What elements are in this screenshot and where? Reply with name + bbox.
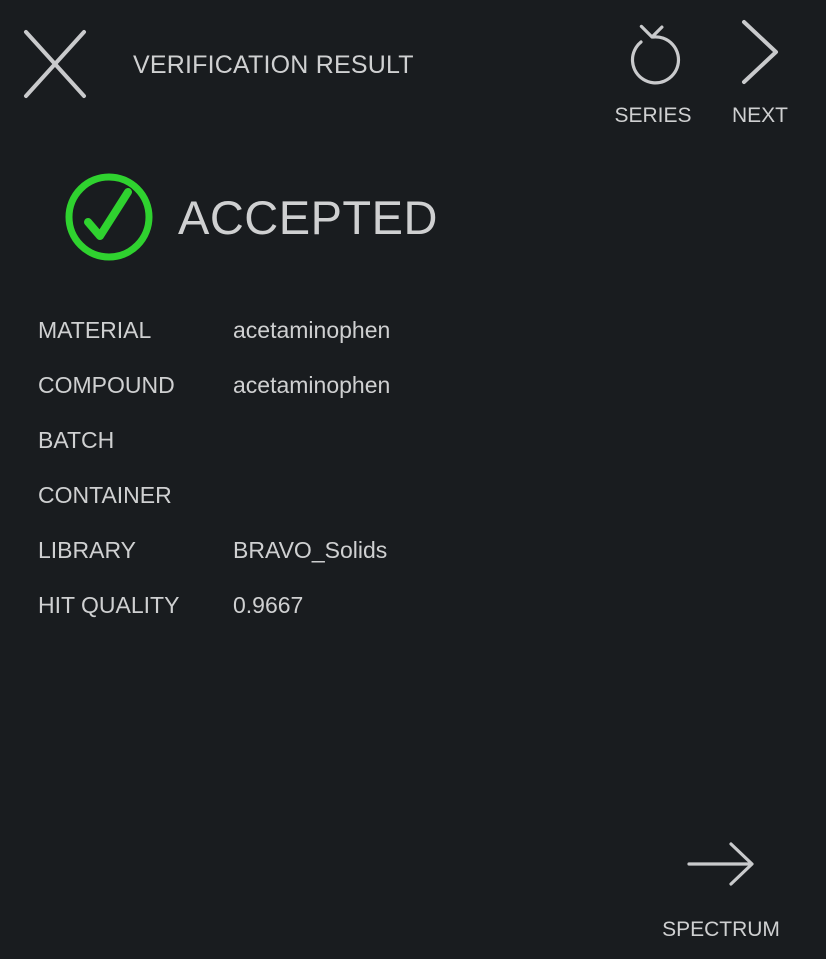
next-button[interactable]: NEXT — [718, 14, 802, 136]
library-label: LIBRARY — [38, 537, 137, 563]
chevron-right-icon — [742, 20, 778, 84]
detail-row-compound: COMPOUND acetaminophen — [38, 358, 598, 413]
container-label: CONTAINER — [38, 482, 172, 508]
page-title: VERIFICATION RESULT — [133, 51, 414, 79]
result-details: MATERIAL acetaminophen COMPOUND acetamin… — [38, 303, 598, 633]
next-label: NEXT — [731, 104, 788, 127]
material-label: MATERIAL — [38, 317, 152, 343]
batch-label: BATCH — [38, 427, 115, 453]
detail-row-container: CONTAINER — [38, 468, 598, 523]
hit-quality-value: 0.9667 — [233, 592, 304, 618]
hit-quality-label: HIT QUALITY — [38, 592, 180, 618]
close-icon — [24, 30, 86, 98]
series-button[interactable]: SERIES — [598, 14, 708, 136]
spectrum-button[interactable]: SPECTRUM — [640, 830, 802, 948]
spectrum-label: SPECTRUM — [662, 918, 780, 941]
check-circle-icon — [62, 170, 156, 264]
series-label: SERIES — [614, 104, 692, 127]
undo-arrow-icon — [630, 24, 681, 85]
library-value: BRAVO_Solids — [233, 537, 388, 563]
status-text: ACCEPTED — [178, 191, 438, 244]
close-button[interactable] — [22, 28, 88, 100]
detail-row-hit-quality: HIT QUALITY 0.9667 — [38, 578, 598, 633]
compound-label: COMPOUND — [38, 372, 175, 398]
material-value: acetaminophen — [233, 317, 391, 343]
verification-result-screen: { "header": { "title": "VERIFICATION RES… — [0, 0, 826, 959]
detail-row-batch: BATCH — [38, 413, 598, 468]
detail-row-material: MATERIAL acetaminophen — [38, 303, 598, 358]
detail-row-library: LIBRARY BRAVO_Solids — [38, 523, 598, 578]
arrow-right-icon — [687, 842, 754, 886]
compound-value: acetaminophen — [233, 372, 391, 398]
